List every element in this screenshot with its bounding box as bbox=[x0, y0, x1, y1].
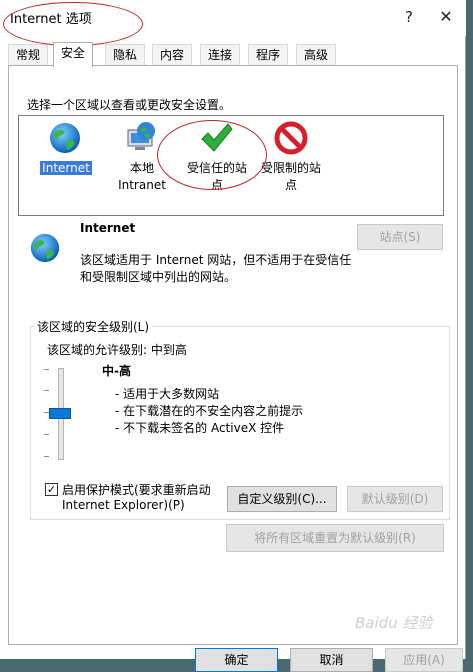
tab-privacy[interactable]: 隐私 bbox=[105, 44, 146, 66]
tab-security[interactable]: 安全 bbox=[53, 42, 94, 67]
sites-button[interactable]: 站点(S) bbox=[357, 224, 443, 250]
reset-all-zones-button[interactable]: 将所有区域重置为默认级别(R) bbox=[226, 524, 444, 552]
default-level-button[interactable]: 默认级别(D) bbox=[347, 486, 443, 512]
zone-info-globe-icon bbox=[30, 233, 60, 263]
zone-restricted-label-2: 点 bbox=[284, 178, 297, 192]
level-bullet-2: - 在下载潜在的不安全内容之前提示 bbox=[115, 404, 304, 418]
zone-prompt: 选择一个区域以查看或更改安全设置。 bbox=[27, 98, 232, 112]
zone-info-desc-2: 和受限制区域中列出的网站。 bbox=[80, 270, 237, 284]
internet-options-dialog: Internet 选项 ? ✕ 常规 安全 隐私 内容 连接 程序 高级 选择一… bbox=[0, 0, 466, 672]
tab-programs[interactable]: 程序 bbox=[248, 44, 289, 66]
zone-restricted-label-1: 受限制的站 bbox=[260, 161, 321, 175]
zone-info-title: Internet bbox=[80, 221, 136, 235]
level-bullet-3: - 不下载未签名的 ActiveX 控件 bbox=[115, 421, 285, 435]
slider-tick bbox=[44, 456, 49, 457]
level-name: 中-高 bbox=[102, 364, 131, 378]
tab-content[interactable]: 内容 bbox=[152, 44, 193, 66]
zone-internet[interactable]: Internet bbox=[20, 118, 110, 188]
zone-info-desc-1: 该区域适用于 Internet 网站，但不适用于在受信任 bbox=[80, 253, 352, 267]
intranet-icon bbox=[127, 122, 155, 150]
slider-tick bbox=[44, 434, 49, 435]
custom-level-button[interactable]: 自定义级别(C)... bbox=[227, 486, 337, 512]
level-bullet-1: - 适用于大多数网站 bbox=[115, 387, 220, 401]
tab-general[interactable]: 常规 bbox=[8, 44, 49, 66]
ok-button[interactable]: 确定 bbox=[195, 648, 278, 672]
allowed-levels-text: 该区域的允许级别: 中到高 bbox=[47, 343, 187, 357]
zone-internet-label: Internet bbox=[40, 161, 92, 175]
security-level-slider-thumb[interactable] bbox=[49, 408, 71, 419]
protected-mode-label-1: 启用保护模式(要求重新启动 bbox=[62, 483, 211, 497]
zone-intranet-label-2: Intranet bbox=[118, 178, 166, 192]
slider-tick bbox=[44, 390, 49, 391]
protected-mode-checkbox[interactable]: ✓ bbox=[45, 483, 58, 496]
tab-advanced[interactable]: 高级 bbox=[296, 44, 337, 66]
apply-button[interactable]: 应用(A) bbox=[385, 648, 463, 672]
annotation-ellipse-title bbox=[3, 2, 143, 46]
no-entry-icon bbox=[274, 121, 308, 155]
tab-connections[interactable]: 连接 bbox=[200, 44, 241, 66]
help-button[interactable]: ? bbox=[396, 6, 422, 28]
security-level-group-title: 该区域的安全级别(L) bbox=[34, 318, 153, 335]
watermark: Baidu 经验 bbox=[355, 614, 433, 632]
annotation-ellipse-trusted bbox=[157, 120, 267, 190]
globe-icon bbox=[50, 123, 80, 153]
slider-tick bbox=[44, 369, 49, 370]
protected-mode-label-2: Internet Explorer)(P) bbox=[62, 498, 185, 512]
close-button[interactable]: ✕ bbox=[433, 6, 459, 28]
cancel-button[interactable]: 取消 bbox=[290, 648, 373, 672]
